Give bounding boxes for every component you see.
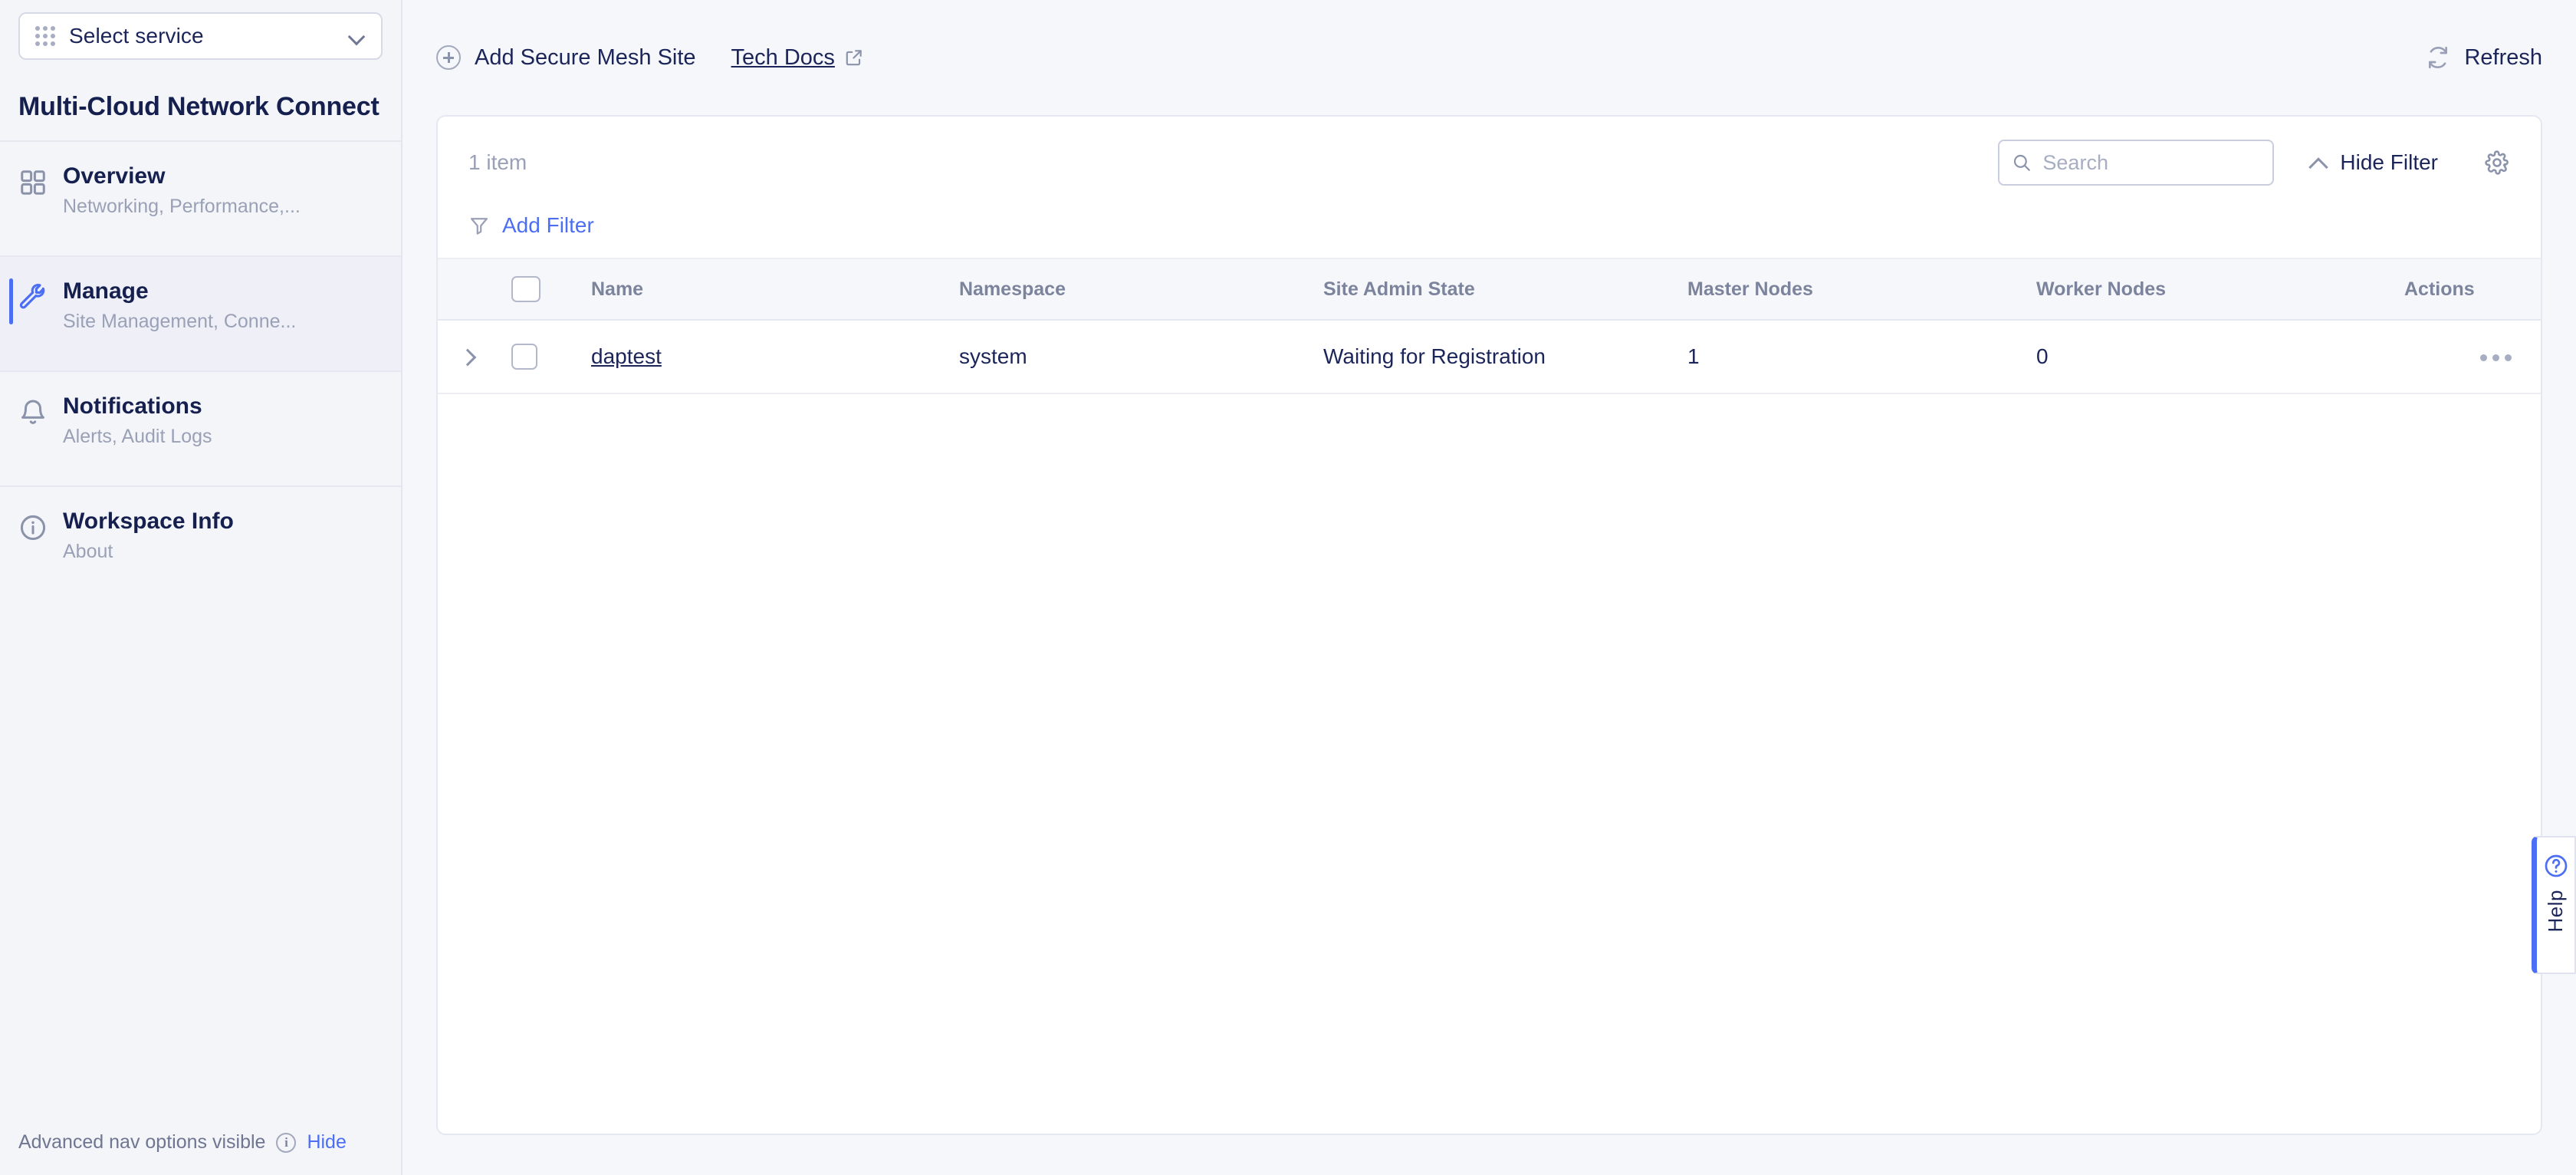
help-label: Help [2544, 890, 2567, 933]
kebab-menu-icon[interactable] [2480, 354, 2512, 362]
funnel-icon [468, 215, 490, 236]
sidebar: Select service Multi-Cloud Network Conne… [0, 0, 402, 1175]
table-header-row: Name Namespace Site Admin State Master N… [438, 258, 2541, 321]
sidebar-item-manage[interactable]: Manage Site Management, Conne... [0, 255, 401, 370]
item-count: 1 item [468, 150, 527, 174]
info-circle-icon [18, 513, 48, 542]
sidebar-item-workspace-info[interactable]: Workspace Info About [0, 485, 401, 601]
row-checkbox[interactable] [511, 344, 537, 370]
table-header: Name Namespace Site Admin State Master N… [438, 258, 2541, 321]
sidebar-item-label: Workspace Info [63, 508, 234, 534]
refresh-label: Refresh [2464, 44, 2542, 70]
add-secure-mesh-site-label: Add Secure Mesh Site [475, 44, 696, 70]
sidebar-item-sublabel: About [63, 540, 113, 562]
tech-docs-label: Tech Docs [731, 44, 835, 70]
cell-worker-nodes: 0 [2036, 320, 2404, 394]
column-header-namespace[interactable]: Namespace [959, 258, 1323, 321]
sidebar-item-sublabel: Alerts, Audit Logs [63, 425, 212, 447]
sites-table: Name Namespace Site Admin State Master N… [438, 258, 2541, 394]
card-header-row-filter: Add Filter [468, 213, 2510, 258]
row-expand-cell [438, 320, 507, 394]
refresh-button[interactable]: Refresh [2426, 45, 2542, 71]
sites-card: 1 item Hide Filter [436, 115, 2542, 1135]
main-content: Add Secure Mesh Site Tech Docs Refresh 1… [402, 0, 2576, 1175]
column-header-master-nodes[interactable]: Master Nodes [1687, 258, 2036, 321]
search-input[interactable] [2042, 150, 2261, 175]
apps-grid-icon [35, 26, 55, 46]
sidebar-item-overview[interactable]: Overview Networking, Performance,... [0, 140, 401, 255]
dashboard-grid-icon [18, 168, 48, 197]
gear-icon[interactable] [2484, 150, 2510, 176]
select-all-column-header [507, 258, 591, 321]
page-title: Multi-Cloud Network Connect [18, 92, 380, 121]
row-select-cell [507, 320, 591, 394]
column-header-site-admin-state[interactable]: Site Admin State [1323, 258, 1687, 321]
sidebar-nav: Overview Networking, Performance,... Man… [0, 140, 401, 601]
add-secure-mesh-site-button[interactable]: Add Secure Mesh Site [436, 45, 696, 71]
external-link-icon [844, 48, 864, 67]
sidebar-item-sublabel: Networking, Performance,... [63, 195, 301, 217]
select-all-checkbox[interactable] [511, 276, 540, 302]
tech-docs-link[interactable]: Tech Docs [731, 45, 864, 71]
card-header: 1 item Hide Filter [438, 117, 2541, 258]
service-selector-label: Select service [69, 24, 204, 48]
sidebar-item-label: Manage [63, 278, 149, 304]
info-circle-icon[interactable]: i [276, 1132, 297, 1153]
plus-circle-icon [436, 45, 461, 70]
service-selector[interactable]: Select service [18, 12, 383, 60]
sidebar-item-sublabel: Site Management, Conne... [63, 310, 297, 332]
wrench-icon [18, 283, 48, 312]
cell-name: daptest [591, 320, 959, 394]
cell-site-admin-state: Waiting for Registration [1323, 320, 1687, 394]
table-body: daptest system Waiting for Registration … [438, 320, 2541, 394]
chevron-down-icon [349, 28, 366, 44]
add-filter-button[interactable]: Add Filter [502, 213, 594, 238]
chevron-up-icon [2309, 153, 2328, 172]
hide-filter-label: Hide Filter [2340, 150, 2438, 174]
expand-column-header [438, 258, 507, 321]
card-header-row-primary: 1 item Hide Filter [468, 140, 2510, 186]
bell-icon [18, 398, 48, 427]
active-indicator [9, 278, 13, 324]
sidebar-footer: Advanced nav options visible i Hide [0, 1131, 401, 1175]
chevron-right-icon[interactable] [459, 348, 476, 365]
site-name-link[interactable]: daptest [591, 344, 662, 368]
column-header-name[interactable]: Name [591, 258, 959, 321]
cell-master-nodes: 1 [1687, 320, 2036, 394]
column-header-worker-nodes[interactable]: Worker Nodes [2036, 258, 2404, 321]
cell-actions [2404, 320, 2541, 394]
table-row[interactable]: daptest system Waiting for Registration … [438, 320, 2541, 394]
refresh-icon [2426, 45, 2450, 70]
sidebar-item-label: Notifications [63, 393, 202, 419]
help-tab[interactable]: Help [2532, 836, 2576, 974]
cell-namespace: system [959, 320, 1323, 394]
sidebar-item-notifications[interactable]: Notifications Alerts, Audit Logs [0, 370, 401, 485]
question-circle-icon [2543, 853, 2569, 879]
hide-advanced-nav-button[interactable]: Hide [307, 1131, 346, 1154]
hide-filter-button[interactable]: Hide Filter [2309, 150, 2438, 175]
search-icon [2012, 153, 2032, 173]
toolbar: Add Secure Mesh Site Tech Docs Refresh [402, 0, 2576, 115]
app-root: Select service Multi-Cloud Network Conne… [0, 0, 2576, 1175]
search-box[interactable] [1998, 140, 2275, 186]
column-header-actions: Actions [2404, 258, 2541, 321]
sidebar-item-label: Overview [63, 163, 166, 189]
advanced-nav-status: Advanced nav options visible [18, 1131, 266, 1153]
